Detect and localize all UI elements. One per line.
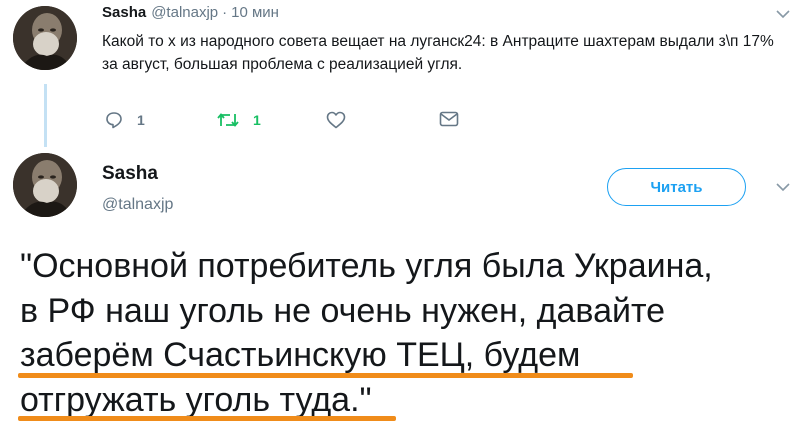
reply-icon [105,111,123,129]
reply-count: 1 [137,112,145,128]
retweet-icon [217,111,239,129]
timestamp[interactable]: 10 мин [231,4,279,21]
reply-button[interactable]: 1 [105,111,145,129]
tweet-text-line: заберём Счастьинскую ТЕЦ, будем [20,336,581,374]
tweet-text-line: в РФ наш уголь не очень нужен, давайте [20,291,666,330]
chevron-down-icon[interactable] [776,183,790,192]
follow-button[interactable]: Читать [607,168,746,206]
like-button[interactable] [326,111,346,129]
dm-button[interactable] [439,111,459,127]
retweet-button[interactable]: 1 [217,111,261,129]
avatar[interactable] [13,6,77,70]
separator: · [222,4,228,21]
like-icon [326,111,346,129]
highlight-underline [18,416,396,421]
dm-icon [439,111,459,127]
tweet-text-line: "Основной потребитель угля была Украина, [20,247,713,285]
author-name[interactable]: Sasha [102,4,146,21]
author-name[interactable]: Sasha [102,163,158,185]
avatar[interactable] [13,153,77,217]
tweet-actions: 1 1 [102,111,522,131]
retweet-count: 1 [253,112,261,128]
thread-line [44,84,47,147]
author-handle[interactable]: @talnaxjp [151,4,218,21]
chevron-down-icon[interactable] [776,10,790,19]
tweet-text: "Основной потребитель угля была Украина,… [20,244,800,422]
highlight-underline [18,373,633,378]
tweet-text: Какой то х из народного совета вещает на… [102,33,774,73]
tweet-header: Sasha @talnaxjp · 10 мин [102,4,279,28]
author-handle[interactable]: @talnaxjp [102,196,173,214]
